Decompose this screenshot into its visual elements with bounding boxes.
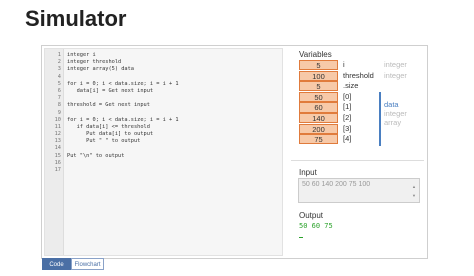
variable-name: [4] [343, 134, 352, 144]
line-number: 3 [57, 66, 61, 73]
code-line: 6 data[i] = Get next input [45, 88, 282, 95]
output-cursor [299, 237, 303, 238]
code-line: 12 Put data[i] to output [45, 131, 282, 138]
code-text: integer i [67, 52, 96, 58]
line-number: 8 [57, 102, 61, 109]
variable-value-cell: 5 [299, 60, 338, 71]
array-type-label-2: array [384, 118, 402, 127]
input-field[interactable]: 50 60 140 200 75 100 ▲ ▼ [298, 178, 420, 203]
line-number: 1 [57, 52, 61, 58]
line-number: 16 [54, 159, 61, 166]
code-lines: 1 integer i 2 integer threshold 3 integer arr… [45, 52, 282, 174]
output-value: 50 60 75 [299, 222, 333, 230]
variable-name: .size [343, 81, 359, 91]
code-line: 1 integer i [45, 52, 282, 59]
variable-name: [2] [343, 113, 352, 122]
code-line: 14 [45, 145, 282, 152]
variable-type: integer [384, 70, 407, 80]
array-type-label-1: integer [384, 109, 407, 118]
code-line: 4 [45, 74, 282, 81]
code-text: for i = 0; i < data.size; i = i + 1 [67, 116, 179, 123]
line-number: 12 [54, 131, 61, 138]
variable-value-cell: 50 [299, 91, 338, 102]
line-number: 14 [54, 145, 61, 152]
code-line: 9 [45, 110, 282, 117]
code-line: 5 for i = 0; i < data.size; i = i + 1 [45, 81, 282, 88]
variables-title: Variables [299, 50, 332, 59]
code-line: 2 integer threshold [45, 59, 282, 66]
code-text: for i = 0; i < data.size; i = i + 1 [67, 80, 179, 87]
line-number: 9 [57, 109, 61, 116]
input-label: Input [299, 168, 317, 177]
output-label: Output [299, 211, 324, 220]
line-number: 15 [54, 152, 61, 159]
variable-name: threshold [343, 70, 374, 80]
page-title: Simulator [25, 6, 127, 31]
variable-value-cell: 75 [299, 134, 338, 145]
line-number: 5 [57, 80, 61, 87]
line-number: 13 [54, 138, 61, 145]
code-text: integer array(5) data [67, 66, 134, 73]
code-line: 13 Put " " to output [45, 138, 282, 145]
tab-flowchart[interactable]: Flowchart [71, 258, 104, 270]
variable-name: [1] [343, 102, 352, 112]
variable-type: integer [384, 60, 407, 69]
line-number: 17 [54, 167, 61, 173]
input-resize-icon[interactable]: ▲ ▼ [411, 182, 417, 200]
code-line: 8 threshold = Get next input [45, 102, 282, 109]
code-line: 3 integer array(5) data [45, 66, 282, 73]
code-text: integer threshold [67, 59, 122, 66]
line-number: 6 [57, 87, 61, 94]
variable-value-cell: 200 [299, 123, 338, 134]
variable-value-cell: 5 [299, 81, 338, 92]
code-line: 11 if data[i] <= threshold [45, 124, 282, 131]
array-name-label: data [384, 100, 399, 109]
code-text: if data[i] <= threshold [67, 123, 150, 130]
line-number: 4 [57, 73, 61, 80]
code-editor[interactable]: 1 integer i 2 integer threshold 3 integer arr… [44, 48, 283, 256]
array-bracket [379, 92, 381, 146]
variable-name: i [343, 60, 345, 69]
code-text: threshold = Get next input [67, 102, 150, 109]
variable-value-cell: 100 [299, 70, 338, 81]
code-text: Put data[i] to output [67, 131, 154, 138]
line-number: 11 [54, 123, 61, 130]
variable-name: [0] [343, 91, 352, 101]
code-text: Put "\n" to output [67, 152, 125, 159]
line-number: 10 [54, 116, 61, 123]
code-text: data[i] = Get next input [67, 87, 154, 94]
code-line: 7 [45, 95, 282, 102]
code-line: 10 for i = 0; i < data.size; i = i + 1 [45, 117, 282, 124]
variable-value-cell: 60 [299, 102, 338, 113]
code-line: 17 [45, 167, 282, 174]
variable-name: [3] [343, 123, 352, 133]
line-number: 2 [57, 59, 61, 66]
input-value: 50 60 140 200 75 100 [302, 181, 371, 188]
code-text: Put " " to output [67, 138, 141, 145]
variable-value-cell: 140 [299, 113, 338, 124]
code-line: 15 Put "\n" to output [45, 153, 282, 160]
code-line: 16 [45, 160, 282, 167]
tab-code[interactable]: Code [42, 258, 71, 270]
line-number: 7 [57, 95, 61, 102]
